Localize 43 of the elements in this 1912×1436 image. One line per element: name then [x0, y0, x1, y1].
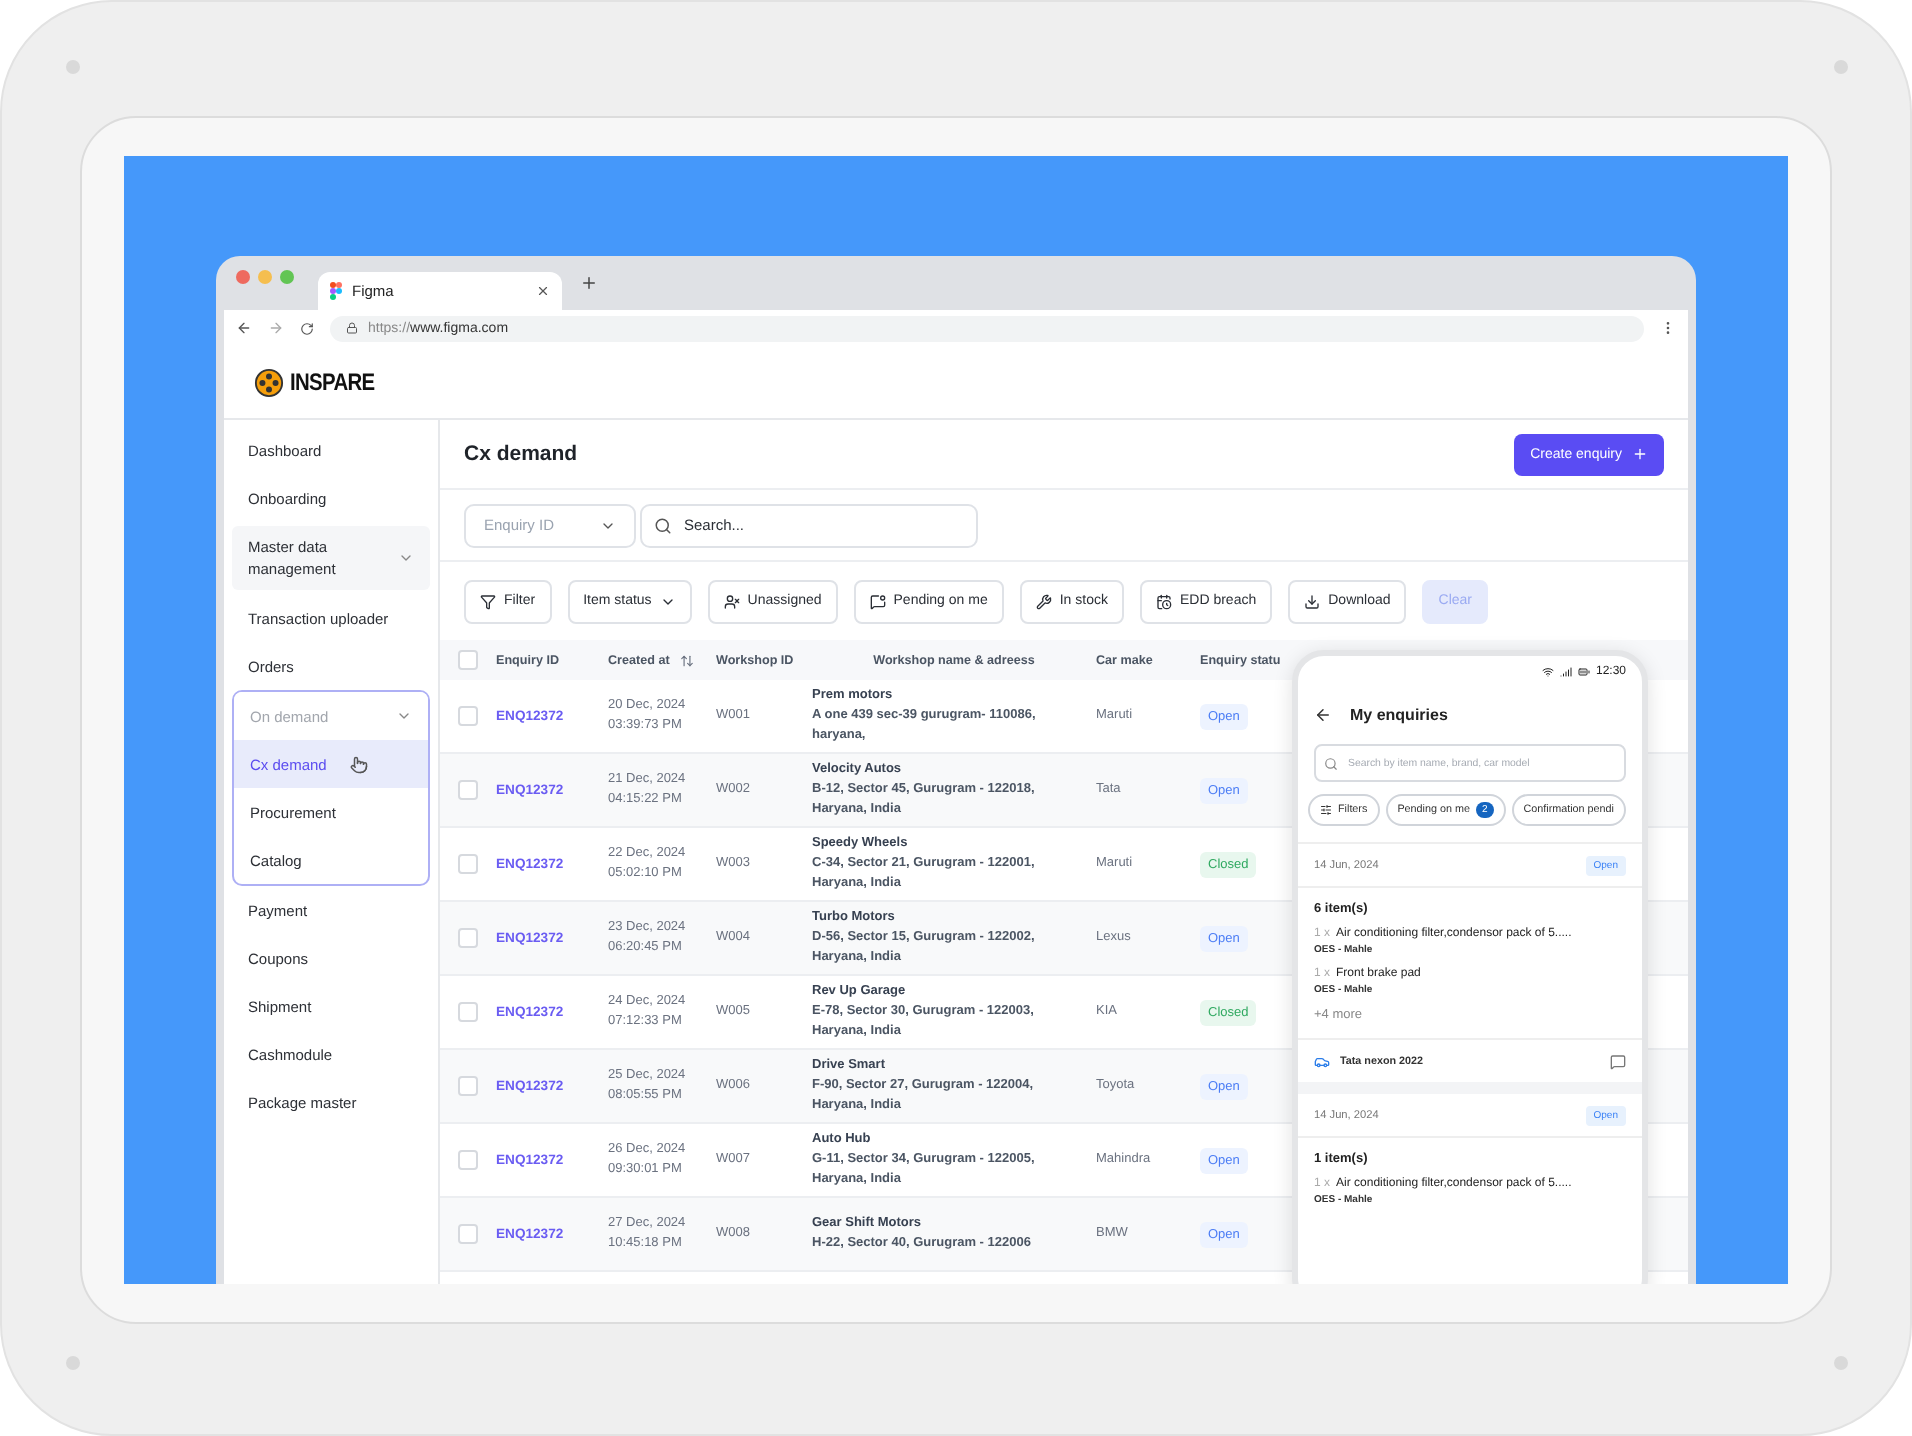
close-icon[interactable]: [536, 284, 550, 298]
chevron-down-icon: [396, 708, 412, 724]
sort-icon: [679, 653, 694, 667]
screen-title: My enquiries: [1350, 705, 1448, 723]
row-checkbox[interactable]: [458, 1224, 478, 1244]
row-checkbox[interactable]: [458, 928, 478, 948]
figma-logo-icon: [330, 282, 342, 300]
sliders-icon: [1320, 804, 1332, 816]
signal-icon: [1559, 666, 1572, 678]
new-tab-icon[interactable]: [580, 274, 598, 292]
close-light[interactable]: [236, 270, 250, 284]
brand-name: INSPARE: [290, 368, 375, 396]
car-icon: [1314, 1053, 1330, 1069]
page-title: Cx demand: [464, 442, 578, 466]
minimize-light[interactable]: [258, 270, 272, 284]
chat-icon[interactable]: [1610, 1053, 1626, 1069]
row-checkbox[interactable]: [458, 780, 478, 800]
row-checkbox[interactable]: [458, 854, 478, 874]
filter-icon: [480, 593, 496, 609]
search-icon: [1324, 756, 1338, 770]
hand-cursor-icon: [350, 755, 368, 773]
row-checkbox[interactable]: [458, 1076, 478, 1096]
row-checkbox[interactable]: [458, 1150, 478, 1170]
row-checkbox[interactable]: [458, 706, 478, 726]
forward-icon[interactable]: [268, 320, 284, 336]
maximize-light[interactable]: [280, 270, 294, 284]
battery-icon: [1577, 666, 1590, 678]
search-icon: [654, 516, 672, 534]
reload-icon[interactable]: [300, 321, 314, 335]
back-icon[interactable]: [236, 320, 252, 336]
user-x-icon: [723, 593, 740, 609]
chevron-down-icon: [398, 550, 414, 566]
wifi-icon: [1541, 666, 1554, 678]
download-icon: [1304, 593, 1321, 609]
back-arrow-icon[interactable]: [1314, 705, 1332, 723]
row-checkbox[interactable]: [458, 1002, 478, 1022]
lock-icon: [346, 322, 358, 334]
wrench-icon: [1035, 593, 1052, 609]
message-icon: [869, 593, 886, 609]
reel-logo-icon: [254, 367, 284, 397]
plus-icon: [1632, 446, 1648, 462]
select-all-checkbox[interactable]: [458, 650, 478, 670]
calendar-clock-icon: [1155, 593, 1172, 609]
